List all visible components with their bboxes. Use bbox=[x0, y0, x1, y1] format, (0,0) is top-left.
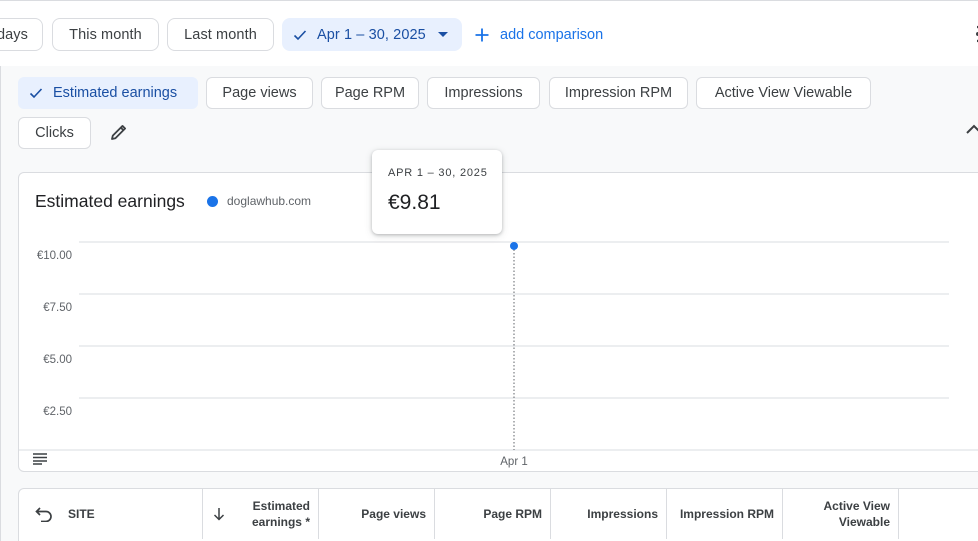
column-header-label: SITE bbox=[68, 507, 95, 521]
metric-chip-label: Impression RPM bbox=[564, 85, 673, 101]
tooltip-value: €9.81 bbox=[388, 191, 441, 214]
metric-chip-label: Clicks bbox=[35, 125, 74, 141]
column-header-page-views[interactable]: Page views bbox=[319, 489, 435, 539]
metric-chip-clicks[interactable]: Clicks bbox=[18, 117, 91, 149]
edit-pencil-icon[interactable] bbox=[109, 122, 129, 142]
selected-date-range-label: Apr 1 – 30, 2025 bbox=[317, 26, 426, 43]
column-header-impression-rpm[interactable]: Impression RPM bbox=[667, 489, 783, 539]
last-month-chip[interactable]: Last month bbox=[167, 18, 274, 51]
metric-chip-active-view-viewable[interactable]: Active View Viewable bbox=[696, 77, 871, 109]
column-header-estimated-earnings[interactable]: Estimated earnings * bbox=[203, 489, 319, 539]
metric-chip-label: Page views bbox=[222, 85, 297, 101]
x-tick-label: Apr 1 bbox=[500, 456, 528, 468]
check-icon bbox=[29, 88, 43, 99]
chart-tooltip: APR 1 – 30, 2025 €9.81 bbox=[372, 150, 502, 234]
add-comparison-label: add comparison bbox=[500, 26, 604, 43]
column-header-label: Impressions bbox=[587, 507, 658, 521]
column-header-clicks[interactable]: C bbox=[899, 489, 978, 539]
sort-descending-icon[interactable] bbox=[213, 507, 225, 521]
settings-icon[interactable] bbox=[968, 23, 978, 45]
column-header-active-view-viewable[interactable]: Active View Viewable bbox=[783, 489, 899, 539]
metric-chip-label: Impressions bbox=[444, 85, 523, 101]
legend-toggle-icon[interactable] bbox=[33, 453, 47, 465]
metric-chip-page-views[interactable]: Page views bbox=[206, 77, 313, 109]
metric-chip-page-rpm[interactable]: Page RPM bbox=[321, 77, 419, 109]
y-tick-label: €5.00 bbox=[43, 354, 72, 366]
column-header-page-rpm[interactable]: Page RPM bbox=[435, 489, 551, 539]
metric-chip-label: Estimated earnings bbox=[53, 85, 178, 101]
sites-table: SITE Estimated earnings * Page views Pag… bbox=[18, 488, 978, 541]
column-header-label: Estimated earnings * bbox=[251, 499, 310, 529]
last-month-label: Last month bbox=[184, 26, 257, 43]
dropdown-caret-icon bbox=[437, 32, 448, 37]
check-icon bbox=[293, 29, 307, 40]
metric-chip-label: Page RPM bbox=[334, 85, 406, 101]
metric-chip-impressions[interactable]: Impressions bbox=[427, 77, 540, 109]
tooltip-date: APR 1 – 30, 2025 bbox=[388, 167, 488, 179]
this-month-chip[interactable]: This month bbox=[52, 18, 159, 51]
column-header-label: Impression RPM bbox=[679, 507, 774, 521]
y-tick-label: €7.50 bbox=[43, 302, 72, 314]
column-header-label: Page RPM bbox=[483, 507, 542, 521]
column-header-label: Page views bbox=[361, 507, 426, 521]
date-filter-bar: days This month Last month Apr 1 – 30, 2… bbox=[0, 0, 978, 66]
this-month-label: This month bbox=[69, 26, 142, 43]
report-content: Estimated earnings Page views Page RPM I… bbox=[0, 66, 978, 541]
selected-date-range-chip[interactable]: Apr 1 – 30, 2025 bbox=[282, 18, 462, 51]
data-point bbox=[510, 241, 518, 250]
last-days-label: days bbox=[0, 26, 28, 43]
metric-chip-estimated-earnings[interactable]: Estimated earnings bbox=[18, 77, 198, 109]
plus-icon bbox=[475, 28, 489, 41]
column-header-impressions[interactable]: Impressions bbox=[551, 489, 667, 539]
column-header-label: Active View Viewable bbox=[823, 499, 890, 529]
collapse-chart-icon[interactable] bbox=[965, 122, 978, 138]
column-header-site[interactable]: SITE bbox=[19, 489, 203, 539]
add-comparison-button[interactable]: add comparison bbox=[474, 18, 603, 51]
metric-chip-impression-rpm[interactable]: Impression RPM bbox=[549, 77, 688, 109]
last-days-chip[interactable]: days bbox=[0, 18, 43, 51]
back-arrow-icon[interactable] bbox=[35, 506, 53, 522]
y-tick-label: €10.00 bbox=[37, 250, 72, 262]
y-tick-label: €2.50 bbox=[43, 406, 72, 418]
metric-chip-label: Active View Viewable bbox=[714, 85, 853, 101]
